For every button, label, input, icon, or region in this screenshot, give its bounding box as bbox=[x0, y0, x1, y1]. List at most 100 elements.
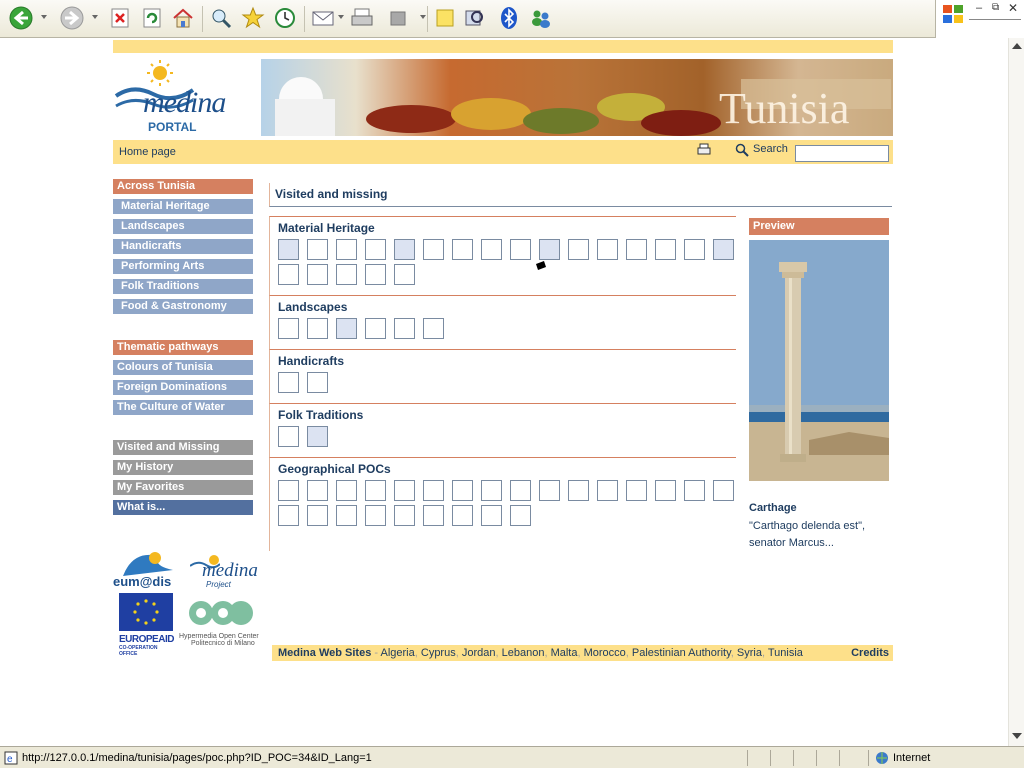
preview-caption[interactable]: Carthage bbox=[749, 502, 797, 514]
missing-poc-square[interactable] bbox=[365, 318, 386, 339]
missing-poc-square[interactable] bbox=[597, 239, 618, 260]
site-link-lebanon[interactable]: Lebanon bbox=[502, 647, 545, 659]
missing-poc-square[interactable] bbox=[307, 372, 328, 393]
site-link-cyprus[interactable]: Cyprus bbox=[421, 647, 456, 659]
research-icon[interactable] bbox=[462, 5, 488, 31]
missing-poc-square[interactable] bbox=[278, 372, 299, 393]
missing-poc-square[interactable] bbox=[539, 480, 560, 501]
missing-poc-square[interactable] bbox=[481, 505, 502, 526]
vertical-scrollbar[interactable] bbox=[1008, 38, 1024, 746]
visited-poc-square[interactable] bbox=[278, 239, 299, 260]
site-link-malta[interactable]: Malta bbox=[551, 647, 578, 659]
forward-dropdown-icon[interactable] bbox=[92, 15, 98, 19]
menu-visited-and-missing[interactable]: Visited and Missing bbox=[113, 440, 253, 455]
missing-poc-square[interactable] bbox=[278, 318, 299, 339]
missing-poc-square[interactable] bbox=[336, 239, 357, 260]
visited-poc-square[interactable] bbox=[307, 426, 328, 447]
missing-poc-square[interactable] bbox=[568, 239, 589, 260]
menu-foreign-dominations[interactable]: Foreign Dominations bbox=[113, 380, 253, 395]
credits-link[interactable]: Credits bbox=[851, 645, 889, 661]
missing-poc-square[interactable] bbox=[278, 264, 299, 285]
home-icon[interactable] bbox=[170, 5, 196, 31]
missing-poc-square[interactable] bbox=[307, 480, 328, 501]
missing-poc-square[interactable] bbox=[423, 505, 444, 526]
mail-dropdown-icon[interactable] bbox=[338, 15, 344, 19]
missing-poc-square[interactable] bbox=[510, 505, 531, 526]
missing-poc-square[interactable] bbox=[394, 318, 415, 339]
back-icon[interactable] bbox=[8, 5, 34, 31]
missing-poc-square[interactable] bbox=[336, 505, 357, 526]
hoc-logo[interactable]: Hypermedia Open Center Politecnico di Mi… bbox=[179, 598, 261, 658]
eumedis-logo[interactable]: eum@dis bbox=[113, 548, 183, 590]
missing-poc-square[interactable] bbox=[655, 239, 676, 260]
print-icon[interactable] bbox=[697, 143, 711, 160]
site-link-algeria[interactable]: Algeria bbox=[381, 647, 415, 659]
missing-poc-square[interactable] bbox=[452, 480, 473, 501]
messenger-icon[interactable] bbox=[528, 5, 554, 31]
visited-poc-square[interactable] bbox=[394, 239, 415, 260]
missing-poc-square[interactable] bbox=[597, 480, 618, 501]
menu-across-tunisia[interactable]: Across Tunisia bbox=[113, 179, 253, 194]
missing-poc-square[interactable] bbox=[336, 480, 357, 501]
missing-poc-square[interactable] bbox=[307, 318, 328, 339]
menu-culture-of-water[interactable]: The Culture of Water bbox=[113, 400, 253, 415]
missing-poc-square[interactable] bbox=[365, 264, 386, 285]
missing-poc-square[interactable] bbox=[365, 480, 386, 501]
site-link-palestinian-authority[interactable]: Palestinian Authority bbox=[632, 647, 731, 659]
missing-poc-square[interactable] bbox=[423, 318, 444, 339]
missing-poc-square[interactable] bbox=[684, 480, 705, 501]
missing-poc-square[interactable] bbox=[278, 505, 299, 526]
scroll-up-icon[interactable] bbox=[1012, 43, 1022, 49]
back-dropdown-icon[interactable] bbox=[41, 15, 47, 19]
history-icon[interactable] bbox=[272, 5, 298, 31]
missing-poc-square[interactable] bbox=[394, 480, 415, 501]
missing-poc-square[interactable] bbox=[452, 505, 473, 526]
minimize-button[interactable]: – bbox=[976, 2, 982, 14]
menu-what-is[interactable]: What is... bbox=[113, 500, 253, 515]
refresh-icon[interactable] bbox=[139, 5, 165, 31]
site-link-jordan[interactable]: Jordan bbox=[462, 647, 496, 659]
europeaid-logo[interactable]: EUROPEAID CO-OPERATION OFFICE bbox=[119, 593, 174, 659]
visited-poc-square[interactable] bbox=[336, 318, 357, 339]
missing-poc-square[interactable] bbox=[336, 264, 357, 285]
missing-poc-square[interactable] bbox=[278, 426, 299, 447]
edit-icon[interactable] bbox=[385, 5, 411, 31]
visited-poc-square[interactable] bbox=[539, 239, 560, 260]
missing-poc-square[interactable] bbox=[423, 239, 444, 260]
note-icon[interactable] bbox=[432, 5, 458, 31]
edit-dropdown-icon[interactable] bbox=[420, 15, 426, 19]
site-link-tunisia[interactable]: Tunisia bbox=[768, 647, 803, 659]
menu-thematic-pathways[interactable]: Thematic pathways bbox=[113, 340, 253, 355]
missing-poc-square[interactable] bbox=[365, 505, 386, 526]
missing-poc-square[interactable] bbox=[568, 480, 589, 501]
search-icon[interactable] bbox=[208, 5, 234, 31]
menu-handicrafts[interactable]: Handicrafts bbox=[113, 239, 253, 254]
menu-my-history[interactable]: My History bbox=[113, 460, 253, 475]
visited-poc-square[interactable] bbox=[713, 239, 734, 260]
scroll-down-icon[interactable] bbox=[1012, 733, 1022, 739]
site-link-syria[interactable]: Syria bbox=[737, 647, 762, 659]
missing-poc-square[interactable] bbox=[423, 480, 444, 501]
missing-poc-square[interactable] bbox=[510, 239, 531, 260]
menu-landscapes[interactable]: Landscapes bbox=[113, 219, 253, 234]
menu-colours-of-tunisia[interactable]: Colours of Tunisia bbox=[113, 360, 253, 375]
print-icon[interactable] bbox=[349, 5, 375, 31]
missing-poc-square[interactable] bbox=[452, 239, 473, 260]
medina-project-logo[interactable]: medina Project bbox=[189, 552, 260, 594]
missing-poc-square[interactable] bbox=[394, 505, 415, 526]
mail-icon[interactable] bbox=[310, 5, 336, 31]
missing-poc-square[interactable] bbox=[626, 239, 647, 260]
bluetooth-icon[interactable] bbox=[496, 5, 522, 31]
home-page-link[interactable]: Home page bbox=[119, 146, 176, 158]
forward-icon[interactable] bbox=[59, 5, 85, 31]
menu-material-heritage[interactable]: Material Heritage bbox=[113, 199, 253, 214]
restore-button[interactable]: ⧉ bbox=[992, 2, 999, 13]
menu-my-favorites[interactable]: My Favorites bbox=[113, 480, 253, 495]
missing-poc-square[interactable] bbox=[307, 264, 328, 285]
menu-performing-arts[interactable]: Performing Arts bbox=[113, 259, 253, 274]
stop-icon[interactable] bbox=[107, 5, 133, 31]
missing-poc-square[interactable] bbox=[365, 239, 386, 260]
site-link-morocco[interactable]: Morocco bbox=[584, 647, 626, 659]
medina-portal-logo[interactable]: medina PORTAL bbox=[113, 56, 258, 136]
missing-poc-square[interactable] bbox=[394, 264, 415, 285]
